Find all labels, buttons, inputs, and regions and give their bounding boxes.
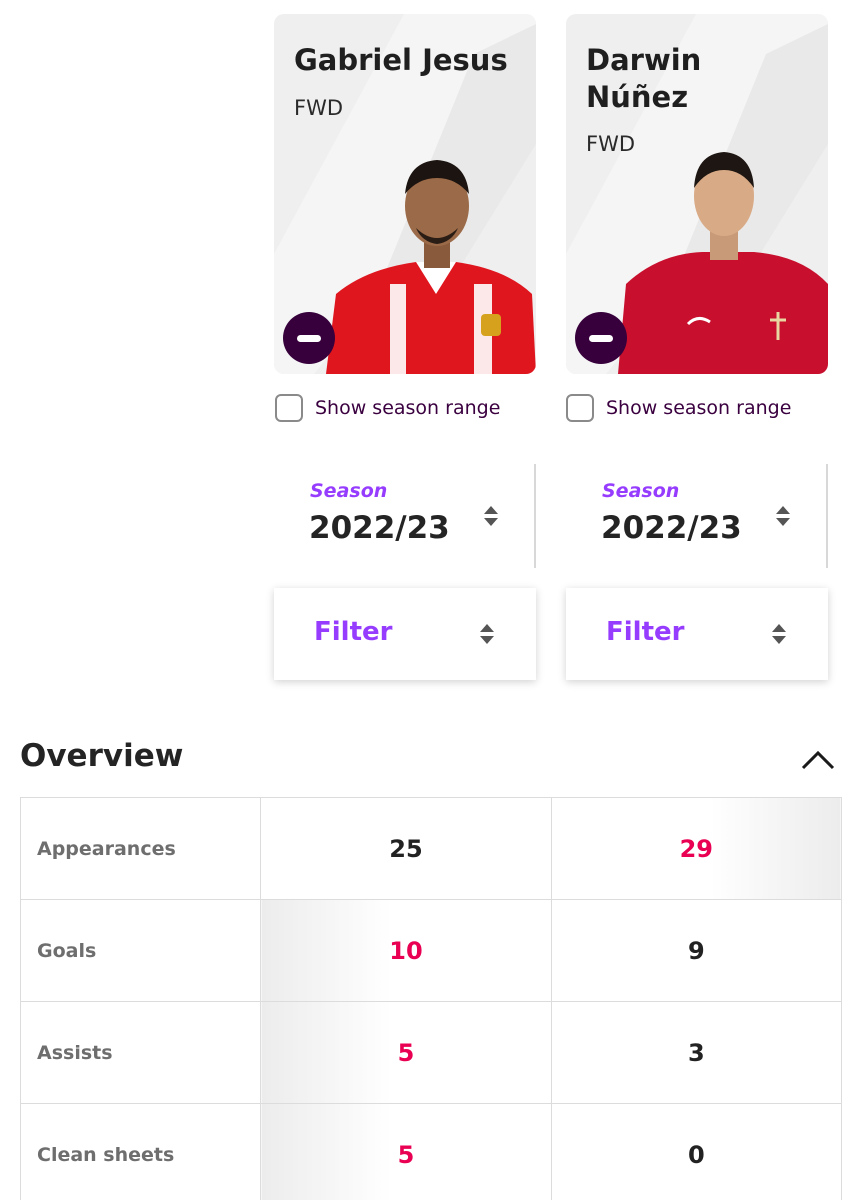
season-select[interactable]: Season 2022/23 xyxy=(274,464,536,568)
player-name: Darwin Núñez xyxy=(586,43,702,114)
filter-label: Filter xyxy=(314,617,393,647)
player-photo xyxy=(326,160,536,374)
stat-value-player-1: 5 xyxy=(260,1103,552,1200)
season-value: 2022/23 xyxy=(601,510,742,546)
season-range-label: Show season range xyxy=(606,397,792,419)
stat-label: Appearances xyxy=(19,797,262,900)
stat-value-player-2: 29 xyxy=(550,797,843,900)
season-label: Season xyxy=(310,480,388,502)
remove-player-button[interactable] xyxy=(575,312,627,364)
remove-player-button[interactable] xyxy=(283,312,335,364)
stat-value-player-1: 5 xyxy=(260,1001,552,1104)
stat-value-player-2: 9 xyxy=(550,899,843,1002)
table-row: Goals 10 9 xyxy=(19,899,843,1002)
player-photo xyxy=(618,152,828,374)
chevron-up-icon[interactable] xyxy=(800,748,836,772)
season-label: Season xyxy=(602,480,680,502)
sort-updown-icon xyxy=(484,506,498,526)
stat-label: Goals xyxy=(19,899,262,1002)
season-range-label: Show season range xyxy=(315,397,501,419)
stat-value-player-2: 0 xyxy=(550,1103,843,1200)
minus-icon xyxy=(589,334,613,342)
season-value: 2022/23 xyxy=(309,510,450,546)
table-row: Assists 5 3 xyxy=(19,1001,843,1104)
player-name: Gabriel Jesus xyxy=(294,43,508,77)
season-select[interactable]: Season 2022/23 xyxy=(566,464,828,568)
stat-value-player-1: 25 xyxy=(260,797,552,900)
season-range-toggle[interactable]: Show season range xyxy=(566,394,791,422)
player-card-2: Darwin Núñez FWD xyxy=(566,14,828,374)
stat-value-player-1: 10 xyxy=(260,899,552,1002)
table-row: Appearances 25 29 xyxy=(19,797,843,900)
sort-updown-icon xyxy=(776,506,790,526)
stat-label: Assists xyxy=(19,1001,262,1104)
filter-select[interactable]: Filter xyxy=(566,588,828,680)
filter-select[interactable]: Filter xyxy=(274,588,536,680)
player-card-1: Gabriel Jesus FWD xyxy=(274,14,536,374)
stat-value-player-2: 3 xyxy=(550,1001,843,1104)
filter-label: Filter xyxy=(606,617,685,647)
season-range-checkbox[interactable] xyxy=(275,394,303,422)
minus-icon xyxy=(297,334,321,342)
table-row: Clean sheets 5 0 xyxy=(19,1103,843,1200)
season-range-toggle[interactable]: Show season range xyxy=(275,394,500,422)
sort-updown-icon xyxy=(772,624,786,644)
stats-table: Appearances 25 29 Goals 10 9 Assists 5 3… xyxy=(19,797,843,1200)
sort-updown-icon xyxy=(480,624,494,644)
season-range-checkbox[interactable] xyxy=(566,394,594,422)
player-position: FWD xyxy=(294,96,344,120)
stat-label: Clean sheets xyxy=(19,1103,262,1200)
section-title: Overview xyxy=(20,738,184,774)
